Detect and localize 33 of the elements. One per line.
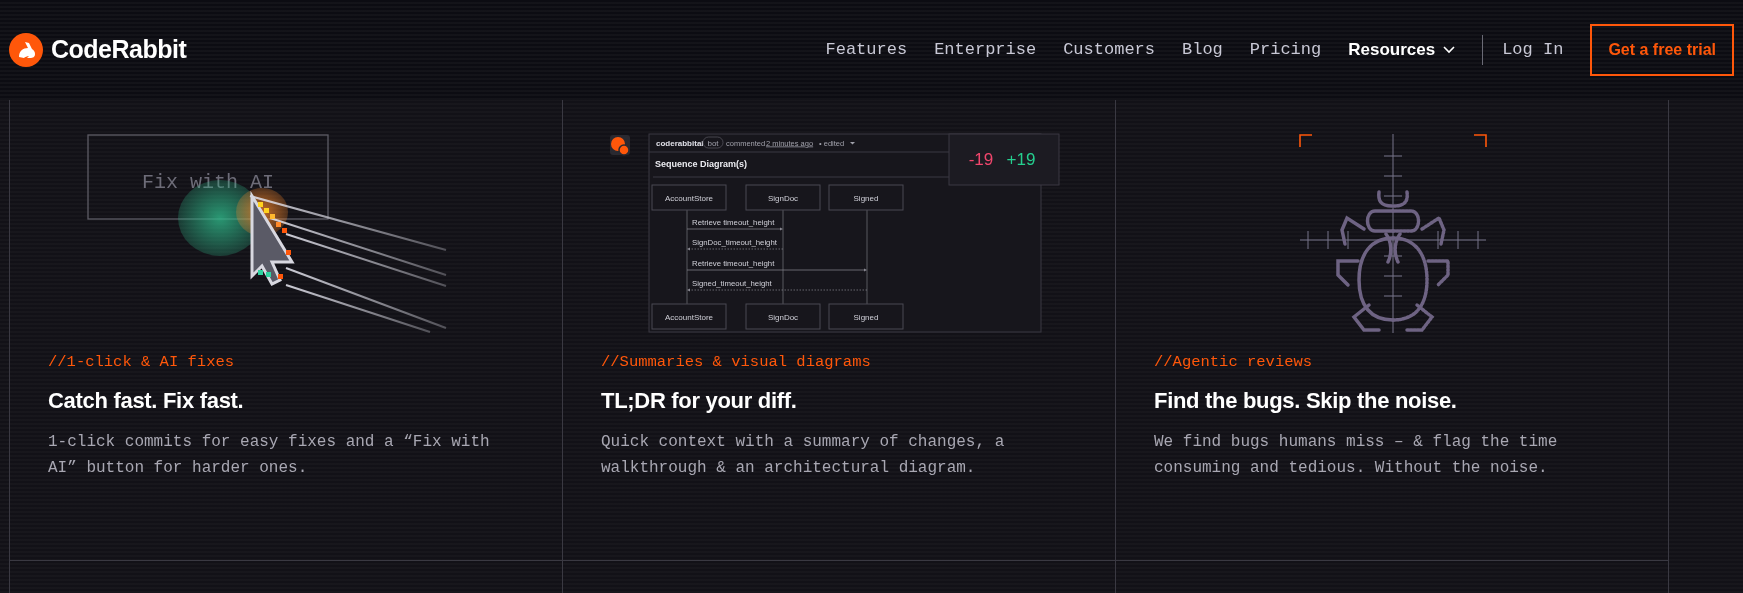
feature-description: We find bugs humans miss – & flag the time consuming and tedious. Without the noise.	[1154, 431, 1559, 479]
feature-title: Find the bugs. Skip the noise.	[1154, 388, 1458, 415]
login-link[interactable]: Log In	[1502, 37, 1564, 63]
participant-box: Signed	[828, 184, 904, 211]
feature-title: TL;DR for your diff.	[601, 388, 798, 415]
free-trial-button[interactable]: Get a free trial	[1590, 24, 1734, 76]
added-count: +19	[1006, 150, 1036, 169]
feature-title: Catch fast. Fix fast.	[48, 388, 245, 415]
chevron-down-icon	[1443, 46, 1456, 54]
logo-icon	[9, 33, 43, 67]
participant-box: SignDoc	[745, 303, 821, 330]
feature-tag: //1-click & AI fixes	[48, 351, 524, 375]
removed-count: -19	[968, 150, 994, 169]
nav-link[interactable]: Features	[825, 37, 908, 63]
diagram-heading: Sequence Diagram(s)	[655, 159, 748, 169]
participant-box: AccountStore	[651, 184, 727, 211]
comment-author: coderabbitai	[656, 138, 704, 148]
feature-description: Quick context with a summary of changes, a walkthrough & an architectural diagram.	[601, 431, 1006, 479]
dropdown-menu-link[interactable]: Resources	[1348, 37, 1456, 63]
feature-tag: //Summaries & visual diagrams	[601, 351, 1077, 375]
avatar-icon	[610, 135, 630, 156]
nav-link[interactable]: Enterprise	[934, 37, 1037, 63]
feature-description: 1-click commits for easy fixes and a “Fix with AI” button for harder ones.	[48, 431, 491, 479]
brand-name: CodeRabbit	[51, 34, 187, 66]
nav-link[interactable]: Pricing	[1249, 37, 1322, 63]
feature-tag: //Agentic reviews	[1154, 351, 1630, 375]
participant-box: SignDoc	[745, 184, 821, 211]
nav-link[interactable]: Customers	[1063, 37, 1155, 63]
bot-badge: bot	[702, 136, 724, 149]
caret-icon	[850, 142, 855, 145]
participant-box: Signed	[828, 303, 904, 330]
participant-box: AccountStore	[651, 303, 727, 330]
nav-link[interactable]: Blog	[1182, 37, 1223, 63]
